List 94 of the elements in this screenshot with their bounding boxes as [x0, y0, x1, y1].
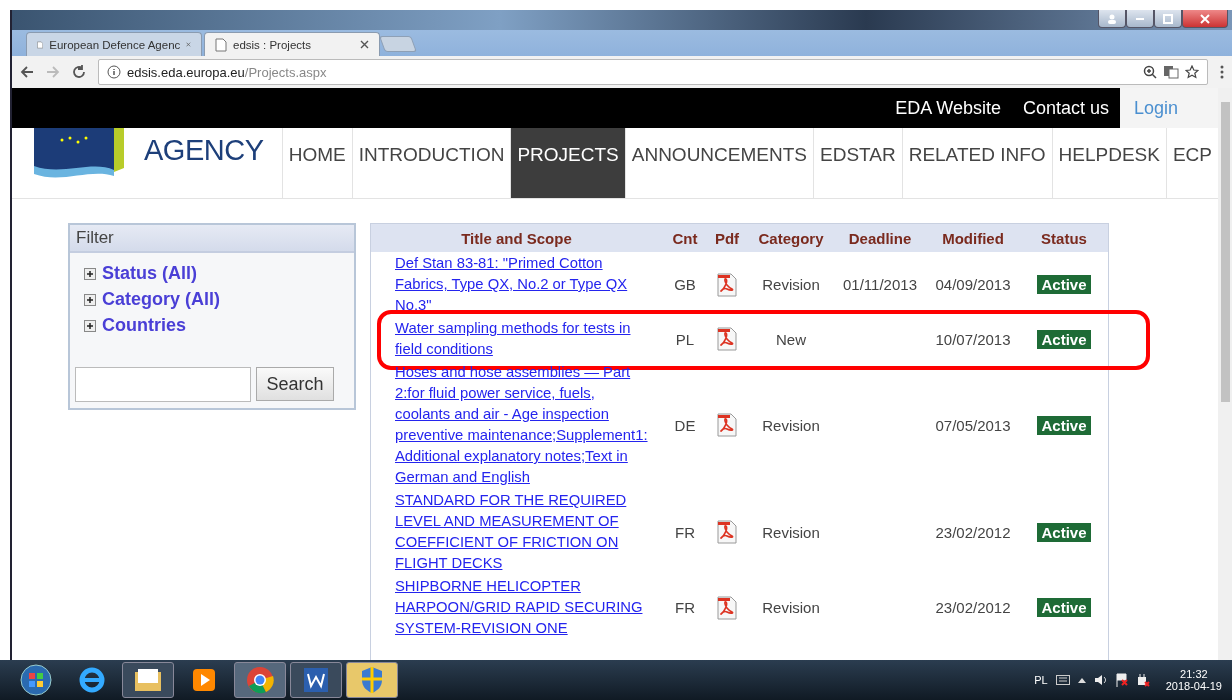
speaker-icon [1093, 674, 1108, 686]
taskbar-button[interactable] [122, 662, 174, 698]
column-header: Status [1040, 229, 1088, 247]
pdf-icon[interactable] [716, 595, 738, 620]
pdf-icon[interactable] [716, 272, 738, 297]
nav-item[interactable]: HOME [281, 128, 352, 198]
category-cell-text: Revision [761, 276, 821, 293]
logo-text: AGENCY [144, 134, 264, 167]
flag-icon [1115, 673, 1128, 687]
chrome-icon [246, 666, 274, 694]
search-button[interactable]: Search [256, 367, 334, 401]
scrollbar[interactable] [1218, 88, 1232, 660]
filter-title: Filter [70, 225, 354, 253]
pdf-icon[interactable] [716, 413, 738, 437]
column-header: Cnt [671, 229, 699, 247]
browser-e-icon [78, 666, 106, 694]
reload-icon [72, 65, 86, 79]
category-cell-text: Revision [761, 599, 821, 616]
status-badge: Active [1037, 415, 1091, 435]
back-arrow-icon [20, 65, 34, 79]
column-header: Title and Scope [460, 229, 573, 247]
project-title-link[interactable]: Water sampling methods for tests in field conditions [371, 318, 662, 360]
url-host: edsis.eda.europa.eu [127, 64, 245, 80]
taskbar-button[interactable] [290, 662, 342, 698]
minimize-button[interactable] [1126, 10, 1154, 28]
status-badge: Active [1037, 598, 1091, 617]
category-cell-text: Revision [761, 416, 821, 434]
modified-cell-text: 04/09/2013 [934, 276, 1012, 293]
close-button[interactable] [1182, 10, 1228, 28]
column-header: Category [757, 229, 825, 247]
column-header: Modified [941, 229, 1005, 247]
pdf-icon[interactable] [716, 327, 738, 351]
nav-item[interactable]: RELATED INFO [901, 128, 1052, 198]
clock-time: 21:32 [1180, 668, 1208, 680]
deadline-cell-text: 01/11/2013 [842, 276, 918, 293]
modified-cell-text: 07/05/2013 [934, 416, 1012, 434]
project-title-link[interactable]: STANDARD FOR THE REQUIRED LEVEL AND MEASUREMENT OF COEFFICIENT OF FRICTION ON FLIGHT DECKS [371, 490, 662, 574]
project-title-link[interactable]: Def Stan 83-81: "Primed Cotton Fabrics, Type QX, No.2 or Type QX No.3" [371, 253, 662, 316]
maximize-button[interactable] [1154, 10, 1182, 28]
country-cell-text: FR [674, 523, 696, 541]
word-icon [303, 667, 329, 693]
profile-button[interactable] [1098, 10, 1126, 28]
close-icon [186, 40, 191, 49]
page-icon [215, 37, 227, 52]
close-icon [1200, 13, 1210, 24]
minimize-icon [1136, 17, 1144, 20]
column-header: Deadline [847, 229, 913, 247]
nav-item[interactable]: PROJECTS [510, 128, 625, 198]
modified-cell-text: 23/02/2012 [934, 523, 1012, 541]
close-icon [360, 40, 369, 49]
nav-item[interactable]: HELPDESK [1051, 128, 1166, 198]
windows-orb-icon [20, 664, 52, 696]
column-header: Pdf [713, 229, 741, 247]
status-badge: Active [1037, 522, 1091, 542]
address-bar[interactable]: edsis.eda.europa.eu/Projects.aspx [98, 59, 1208, 85]
browser-tab[interactable]: European Defence Agenc [26, 32, 202, 56]
status-badge: Active [1037, 329, 1091, 349]
header-link[interactable]: EDA Website [884, 88, 1012, 128]
browser-tab[interactable]: edsis : Projects [204, 32, 380, 56]
header-link[interactable]: Contact us [1011, 88, 1120, 128]
filter-item[interactable]: Category (All) [84, 289, 354, 310]
menu-icon [1220, 65, 1224, 79]
star-icon [1185, 65, 1199, 79]
nav-item[interactable]: ANNOUNCEMENTS [624, 128, 813, 198]
country-cell-text: PL [674, 330, 696, 348]
category-cell-text: Revision [761, 523, 821, 541]
shield-icon [360, 666, 384, 694]
clock-date: 2018-04-19 [1165, 680, 1222, 692]
country-cell-text: DE [673, 416, 697, 434]
filter-item[interactable]: Status (All) [84, 263, 354, 284]
caret-up-icon [1077, 677, 1086, 683]
project-title-link[interactable]: SHIPBORNE HELICOPTER HARPOON/GRID RAPID SECURING SYSTEM-REVISION ONE [371, 576, 662, 639]
modified-cell-text: 23/02/2012 [934, 599, 1012, 616]
modified-cell-text: 10/07/2013 [934, 330, 1012, 348]
search-field[interactable] [75, 367, 251, 402]
filter-item[interactable]: Countries [84, 315, 354, 336]
info-icon [107, 65, 121, 79]
language-indicator[interactable]: PL [1034, 674, 1048, 686]
status-badge: Active [1037, 275, 1091, 294]
country-cell-text: FR [674, 599, 696, 616]
play-icon [192, 668, 216, 692]
zoom-in-icon [1143, 65, 1157, 79]
country-cell-text: GB [673, 276, 697, 293]
translate-icon [1163, 65, 1179, 79]
forward-arrow-icon [46, 65, 60, 79]
maximize-icon [1163, 13, 1173, 24]
category-cell-text: New [775, 330, 807, 348]
url-path: /Projects.aspx [244, 64, 327, 80]
keyboard-icon [1055, 675, 1070, 685]
power-plug-icon [1135, 673, 1150, 687]
person-icon [1107, 13, 1117, 24]
nav-item[interactable]: EDSTAR [813, 128, 902, 198]
pdf-icon[interactable] [716, 520, 738, 544]
folder-icon [134, 668, 162, 692]
